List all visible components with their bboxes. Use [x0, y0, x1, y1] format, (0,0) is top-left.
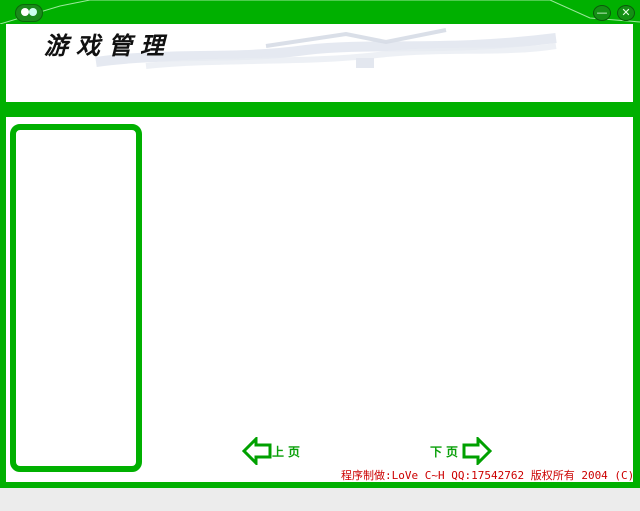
- title-bar-decoration: [0, 0, 640, 24]
- arrow-right-icon: [462, 437, 493, 465]
- header-banner: 游戏管理: [6, 24, 633, 102]
- logo-dot-left: [21, 8, 29, 16]
- minimize-button[interactable]: —: [593, 5, 611, 21]
- close-button[interactable]: ✕: [617, 5, 635, 21]
- close-icon: ✕: [621, 6, 631, 19]
- app-menu-icon[interactable]: [15, 4, 43, 22]
- app-window: — ✕ 游戏管理 上页 下页 程序制做:LoVe C~H QQ:17542762…: [0, 0, 640, 488]
- page-title: 游戏管理: [44, 31, 172, 60]
- prev-page-label: 上页: [272, 444, 305, 459]
- logo-dot-right: [29, 8, 37, 16]
- prev-page-button[interactable]: 上页: [242, 435, 304, 467]
- sidebar-panel: [10, 124, 142, 472]
- arrow-left-icon: [242, 437, 272, 465]
- minimize-icon: —: [596, 6, 608, 19]
- next-page-button[interactable]: 下页: [430, 435, 493, 467]
- next-page-label: 下页: [430, 444, 463, 459]
- main-content: 上页 下页 程序制做:LoVe C~H QQ:17542762 版权所有 200…: [6, 117, 635, 482]
- footer-credit: 程序制做:LoVe C~H QQ:17542762 版权所有 2004 (C): [341, 469, 635, 482]
- title-bar[interactable]: — ✕: [0, 0, 640, 24]
